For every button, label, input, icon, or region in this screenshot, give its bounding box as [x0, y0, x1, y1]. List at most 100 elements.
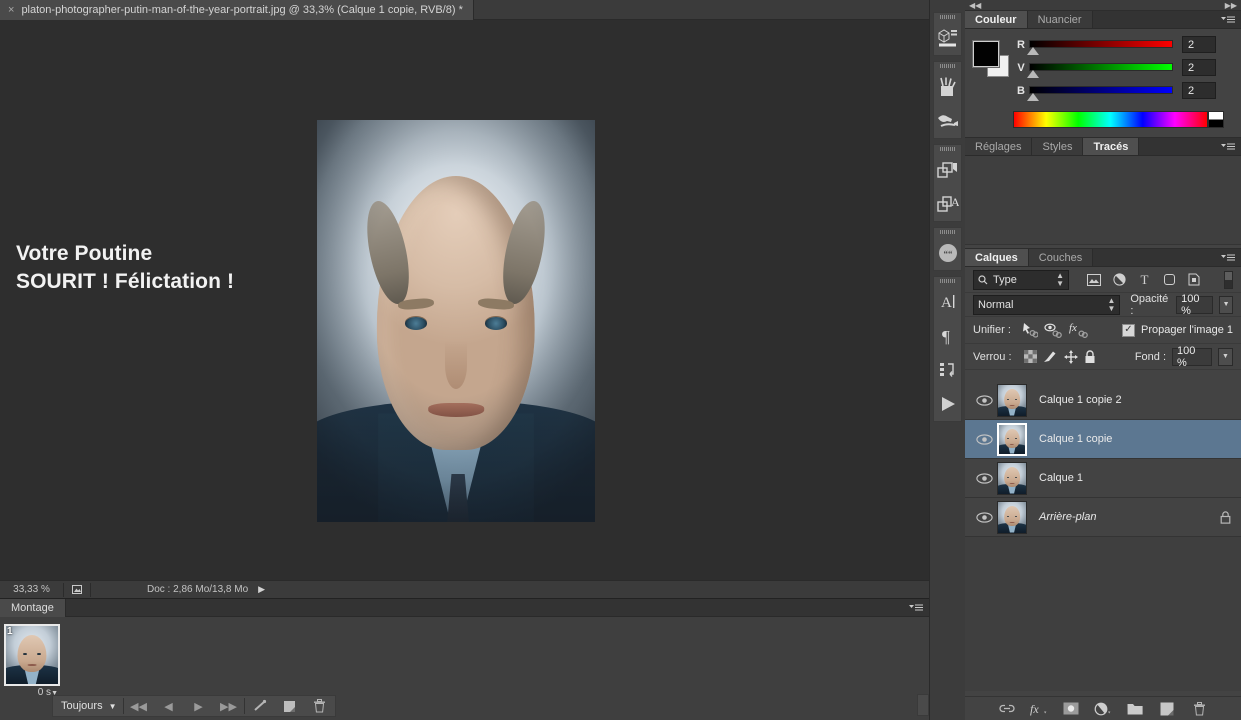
white-black-swatches[interactable] [1208, 111, 1224, 128]
first-frame-button[interactable]: ◀◀ [124, 695, 154, 717]
actions-panel-icon[interactable] [934, 387, 962, 421]
delete-frame-icon[interactable] [305, 695, 335, 717]
close-icon[interactable]: × [8, 5, 14, 16]
unify-style-icon[interactable]: fx [1069, 322, 1090, 338]
loop-selector[interactable]: Toujours ▼ [53, 695, 123, 717]
dock-grip[interactable] [934, 277, 961, 285]
pixel-filter-icon[interactable] [1087, 274, 1101, 286]
canvas[interactable]: Votre Poutine SOURIT ! Félictation ! [0, 20, 929, 580]
tween-icon[interactable] [245, 695, 275, 717]
character-panel-icon[interactable]: A [934, 285, 962, 319]
tab-montage[interactable]: Montage [0, 599, 66, 617]
link-layers-icon[interactable] [998, 700, 1016, 718]
shape-filter-icon[interactable] [1163, 273, 1176, 286]
dock-grip[interactable] [934, 62, 961, 70]
brush-presets-icon[interactable] [934, 70, 962, 104]
lock-paint-icon[interactable] [1043, 350, 1058, 364]
opacity-dropdown-icon[interactable]: ▼ [1219, 296, 1233, 314]
blue-slider-track[interactable] [1029, 86, 1173, 94]
document-profile-icon[interactable] [64, 584, 90, 596]
layers-panel-menu-icon[interactable] [1221, 253, 1235, 263]
paths-list[interactable] [965, 156, 1241, 244]
previous-frame-button[interactable]: ◀ [154, 695, 184, 717]
unify-visibility-icon[interactable] [1044, 322, 1063, 338]
zoom-level[interactable]: 33,33 % [0, 584, 63, 595]
layer-thumbnail[interactable] [997, 462, 1027, 495]
propagate-checkbox[interactable]: ✓ [1122, 324, 1135, 337]
eye-icon[interactable] [971, 434, 997, 445]
collapse-panels-icon[interactable]: ◀◀ [969, 1, 981, 10]
tab-couches[interactable]: Couches [1029, 249, 1093, 266]
red-value-field[interactable]: 2 [1182, 36, 1216, 53]
new-group-icon[interactable] [1126, 700, 1144, 718]
red-slider-track[interactable] [1029, 40, 1173, 48]
paths-panel-menu-icon[interactable] [1221, 142, 1235, 152]
red-slider-thumb[interactable] [1027, 47, 1039, 55]
montage-panel-menu-icon[interactable] [909, 603, 923, 613]
layer-row[interactable]: Calque 1 copie 2 [965, 381, 1241, 420]
document-tab[interactable]: × platon-photographer-putin-man-of-the-y… [0, 0, 474, 20]
fill-field[interactable]: 100 % [1172, 348, 1212, 366]
layer-row[interactable]: Arrière-plan [965, 498, 1241, 537]
tab-traces[interactable]: Tracés [1083, 138, 1139, 155]
blue-slider-thumb[interactable] [1027, 93, 1039, 101]
layer-style-fx-icon[interactable]: fx [1030, 700, 1048, 718]
color-panel-menu-icon[interactable] [1221, 15, 1235, 25]
layer-row[interactable]: Calque 1 [965, 459, 1241, 498]
filter-toggle-switch[interactable] [1224, 271, 1233, 289]
status-menu-arrow-icon[interactable]: ▶ [258, 584, 265, 595]
delete-layer-icon[interactable] [1190, 700, 1208, 718]
adjustment-layer-icon[interactable] [1094, 700, 1112, 718]
tab-nuancier[interactable]: Nuancier [1028, 11, 1093, 28]
expand-panels-icon[interactable]: ▶▶ [1225, 1, 1237, 10]
layer-thumbnail[interactable] [997, 384, 1027, 417]
green-slider-track[interactable] [1029, 63, 1173, 71]
foreground-background-swatches[interactable] [973, 41, 1009, 77]
history-panel-icon[interactable] [934, 353, 962, 387]
green-channel-row: V 2 [1015, 61, 1235, 77]
green-value-field[interactable]: 2 [1182, 59, 1216, 76]
lock-all-icon[interactable] [1084, 350, 1096, 364]
character-styles-icon[interactable]: A [934, 187, 962, 221]
duplicate-frame-icon[interactable] [275, 695, 305, 717]
lock-move-icon[interactable] [1064, 350, 1078, 364]
frame-thumbnail[interactable]: 1 [4, 624, 60, 686]
play-button[interactable]: ▶ [184, 695, 214, 717]
foreground-color-swatch[interactable] [973, 41, 999, 67]
eye-icon[interactable] [971, 395, 997, 406]
layer-thumbnail[interactable] [997, 501, 1027, 534]
blend-mode-select[interactable]: Normal ▲▼ [973, 295, 1120, 315]
notes-panel-icon[interactable]: ““ [934, 236, 962, 270]
filter-type-select[interactable]: Type ▲▼ [973, 270, 1069, 290]
blue-value-field[interactable]: 2 [1182, 82, 1216, 99]
tab-reglages[interactable]: Réglages [965, 138, 1032, 155]
type-filter-icon[interactable]: T [1138, 273, 1151, 286]
eye-icon[interactable] [971, 512, 997, 523]
brush-panel-icon[interactable] [934, 104, 962, 138]
opacity-field[interactable]: 100 % [1176, 296, 1213, 314]
green-slider-thumb[interactable] [1027, 70, 1039, 78]
eye-icon[interactable] [971, 473, 997, 484]
dock-grip[interactable] [934, 13, 961, 21]
paragraph-panel-icon[interactable]: ¶ [934, 319, 962, 353]
layer-thumbnail[interactable] [997, 423, 1027, 456]
color-spectrum-ramp[interactable] [1013, 111, 1208, 128]
dock-grip[interactable] [934, 145, 961, 153]
3d-panel-icon[interactable] [934, 21, 962, 55]
lock-transparency-icon[interactable] [1024, 350, 1037, 363]
tab-couleur[interactable]: Couleur [965, 11, 1028, 28]
layer-mask-icon[interactable] [1062, 700, 1080, 718]
dock-grip[interactable] [934, 228, 961, 236]
new-layer-icon[interactable] [1158, 700, 1176, 718]
tab-calques[interactable]: Calques [965, 249, 1029, 266]
smart-object-filter-icon[interactable] [1188, 273, 1201, 286]
clone-source-icon[interactable] [934, 153, 962, 187]
layer-row[interactable]: Calque 1 copie [965, 420, 1241, 459]
next-frame-button[interactable]: ▶▶ [214, 695, 244, 717]
adjustment-filter-icon[interactable] [1113, 273, 1126, 286]
fill-dropdown-icon[interactable]: ▼ [1218, 348, 1233, 366]
animation-frame[interactable]: 1 0 s▼ [4, 624, 60, 698]
tab-styles[interactable]: Styles [1032, 138, 1083, 155]
timeline-scrollbar[interactable] [917, 694, 929, 716]
unify-position-icon[interactable] [1021, 322, 1038, 338]
